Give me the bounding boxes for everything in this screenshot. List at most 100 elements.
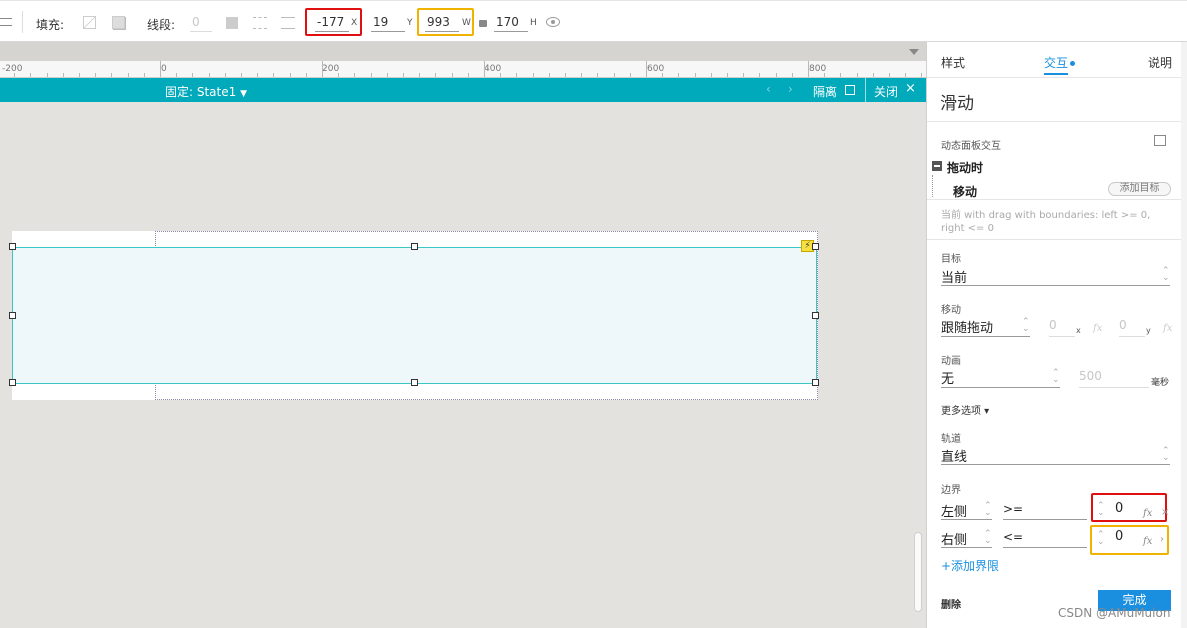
ruler-tick [452,73,453,77]
delete-button[interactable]: 删除 [941,596,961,611]
resize-handle-bm[interactable] [411,379,418,386]
move-x-input[interactable]: 0 [1049,318,1057,332]
tab-dropdown-icon[interactable] [909,49,919,55]
x-input[interactable]: -177 [315,15,349,32]
close-state-button[interactable]: 关闭 [874,83,898,100]
animation-select[interactable]: 无 [941,368,954,387]
design-canvas[interactable]: -200 0 200 400 600 800 固定: State1 ▼ ‹ › 隔离 关闭… [0,42,926,628]
arrow-style-icon[interactable] [281,17,295,29]
more-options-toggle[interactable]: 更多选项 ▾ [941,402,989,417]
next-state-icon[interactable]: › [788,82,793,96]
resize-handle-tr[interactable] [812,243,819,250]
right-panel-scrollbar[interactable] [1181,42,1187,628]
ruler-tick [597,73,598,77]
right-expand-icon[interactable]: › [1160,534,1164,545]
prev-state-icon[interactable]: ‹ [766,82,771,96]
ruler-tick [662,73,663,77]
statebar-divider [865,78,866,102]
watermark: CSDN @AMuMulon [1058,606,1171,620]
lock-ratio-icon[interactable] [479,20,487,27]
move-y-suffix: y [1146,326,1151,335]
move-x-underline [1049,336,1075,337]
w-input[interactable]: 993 [425,15,459,32]
ruler-tick [792,73,793,77]
move-x-fx-icon[interactable]: fx [1093,323,1102,334]
resize-handle-ml[interactable] [9,312,16,319]
add-boundary-link[interactable]: +添加界限 [941,557,999,574]
collapse-icon[interactable] [932,161,942,171]
description-divider [927,239,1187,240]
resize-handle-tm[interactable] [411,243,418,250]
ruler-tick [743,73,744,77]
ruler-tick [614,73,615,77]
page-tab-strip [0,42,926,61]
ruler-tick [500,73,501,77]
stroke-width-input[interactable]: 0 [190,15,212,32]
toolbar-divider [22,11,23,33]
y-input[interactable]: 19 [371,15,405,32]
stroke-label: 线段: [147,18,176,32]
move-y-input[interactable]: 0 [1119,318,1127,332]
move-type-select[interactable]: 跟随拖动 [941,317,993,336]
stroke-pattern-icon[interactable] [253,17,267,29]
stroke-color-icon[interactable] [226,17,238,29]
ruler-label: 200 [322,64,340,74]
track-underline [941,464,1170,465]
dynamic-panel[interactable] [12,247,817,384]
resize-handle-mr[interactable] [812,312,819,319]
left-value-input[interactable]: 0 [1115,501,1123,516]
title-divider [927,121,1187,122]
ruler-tick [776,73,777,77]
resize-handle-br[interactable] [812,379,819,386]
fill-color-icon[interactable] [83,16,96,29]
resize-handle-bl[interactable] [9,379,16,386]
tab-interaction[interactable]: 交互 [1044,54,1076,71]
ruler-tick [160,61,161,77]
visibility-eye-icon[interactable] [546,17,560,27]
ruler-tick [354,73,355,77]
left-value-stepper-icon[interactable]: ⌃ ⌄ [1097,502,1105,518]
state-selector[interactable]: 固定: State1 ▼ [165,83,247,100]
ruler-tick [695,73,696,77]
right-value-stepper-icon[interactable]: ⌃ ⌄ [1097,531,1105,547]
menu-icon[interactable] [0,18,12,26]
isolate-button[interactable]: 隔离 [813,83,837,100]
tab-style[interactable]: 样式 [941,54,965,71]
track-label: 轨道 [941,434,961,445]
right-operator-select[interactable]: <= [1003,530,1023,544]
left-value-fx-icon[interactable]: fx [1143,508,1152,519]
h-input[interactable]: 170 [494,15,528,32]
left-remove-icon[interactable]: × [1161,507,1169,518]
ruler-tick [857,73,858,77]
move-label: 移动 [941,305,961,316]
action-description-2: right <= 0 [941,223,994,234]
track-select[interactable]: 直线 [941,446,967,465]
target-select[interactable]: 当前 [941,267,967,286]
tab-notes[interactable]: 说明 [1148,54,1172,71]
canvas-vertical-scrollbar[interactable] [914,532,922,612]
animation-duration-underline [1079,387,1149,388]
ruler-tick [14,73,15,77]
move-y-fx-icon[interactable]: fx [1163,323,1172,334]
ruler-tick [484,61,485,77]
target-chevron-icon: ⌃ ⌄ [1162,266,1170,283]
animation-duration-input[interactable]: 500 [1079,369,1102,383]
shadow-icon[interactable] [112,16,125,29]
ruler-tick [873,73,874,77]
right-side-select[interactable]: 右侧 [941,529,967,548]
ruler-tick [565,73,566,77]
right-value-fx-icon[interactable]: fx [1143,536,1152,547]
add-target-button[interactable]: 添加目标 [1108,182,1171,196]
tab-active-underline [1044,73,1068,75]
close-icon[interactable]: × [905,81,916,96]
left-side-select[interactable]: 左侧 [941,501,967,520]
track-chevron-icon: ⌃ ⌄ [1162,446,1170,463]
ruler-tick [95,73,96,77]
left-operator-select[interactable]: >= [1003,502,1023,516]
isolate-icon [845,85,855,95]
ruler-tick [241,73,242,77]
right-value-input[interactable]: 0 [1115,529,1123,544]
ruler-tick [338,73,339,77]
resize-handle-tl[interactable] [9,243,16,250]
select-target-icon[interactable] [1154,135,1166,146]
